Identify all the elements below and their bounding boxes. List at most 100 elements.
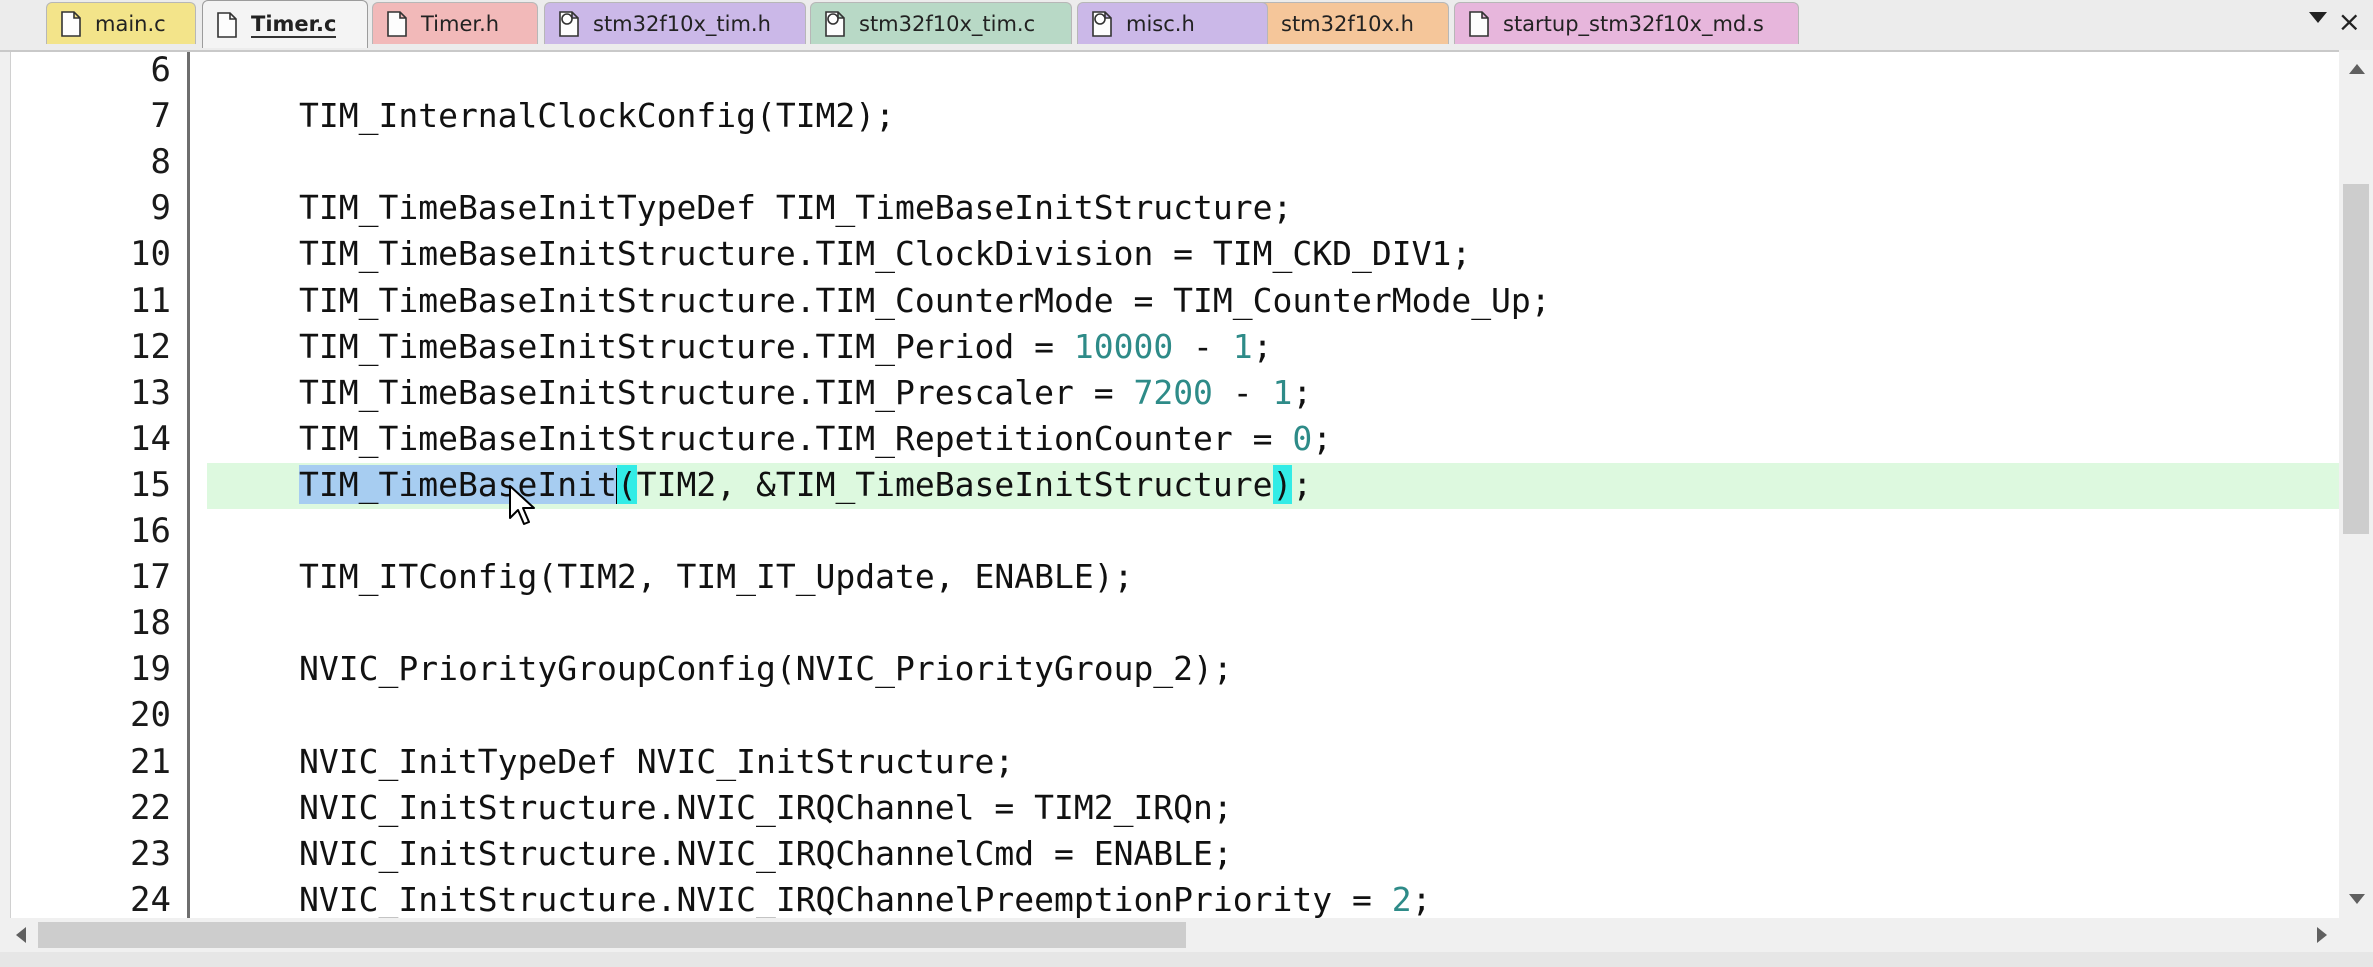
- number-literal: 2: [1391, 879, 1412, 918]
- code-token: NVIC_InitStructure.NVIC_IRQChannelCmd = …: [299, 833, 1233, 873]
- code-token: TIM_TimeBaseInitStructure.TIM_Repetition…: [299, 418, 1293, 458]
- code-editor[interactable]: 6 7 TIM_InternalClockConfig(TIM2); 8 9 TIM_Ti…: [10, 52, 2339, 918]
- tab-label: stm32f10x_tim.h: [593, 11, 771, 36]
- code-token: TIM_TimeBaseInitTypeDef TIM_TimeBaseInit…: [299, 188, 1293, 228]
- library-header-icon: [1092, 10, 1112, 37]
- tab-label: Timer.h: [421, 11, 500, 36]
- selected-text: TIM_TimeBaseInit: [299, 464, 617, 504]
- line-number: 11: [130, 280, 171, 321]
- code-token: ;: [1312, 418, 1333, 458]
- code-token: -: [1212, 372, 1273, 412]
- c-file-icon: [217, 11, 237, 38]
- line-number: 13: [130, 372, 171, 413]
- tab-main-c[interactable]: main.c: [46, 2, 196, 44]
- tab-stm32f10x-tim-c[interactable]: stm32f10x_tim.c: [810, 2, 1072, 44]
- scroll-right-arrow-icon[interactable]: [2317, 927, 2327, 943]
- scroll-down-arrow-icon[interactable]: [2349, 894, 2365, 904]
- code-token: NVIC_InitTypeDef NVIC_InitStructure;: [299, 741, 1015, 781]
- asm-file-icon: [1469, 10, 1489, 37]
- number-literal: 7200: [1133, 372, 1213, 412]
- line-number: 21: [130, 741, 171, 782]
- code-line[interactable]: NVIC_InitStructure.NVIC_IRQChannelPreemp…: [299, 877, 1431, 918]
- close-icon[interactable]: ×: [2338, 6, 2361, 38]
- code-line[interactable]: TIM_TimeBaseInitStructure.TIM_Prescaler …: [299, 370, 1312, 416]
- code-line[interactable]: TIM_TimeBaseInitStructure.TIM_ClockDivis…: [299, 231, 1471, 277]
- line-number: 18: [130, 603, 171, 644]
- code-line[interactable]: TIM_InternalClockConfig(TIM2);: [299, 93, 895, 139]
- line-number: 8: [150, 142, 171, 183]
- c-file-icon: [61, 10, 81, 37]
- code-token: NVIC_InitStructure.NVIC_IRQChannelPreemp…: [299, 879, 1392, 918]
- matched-bracket: (: [616, 464, 637, 504]
- code-token: ;: [1252, 326, 1273, 366]
- line-number: 19: [130, 649, 171, 690]
- code-token: TIM_TimeBaseInitStructure.TIM_Period =: [299, 326, 1074, 366]
- tab-stm32f10x-tim-h[interactable]: stm32f10x_tim.h: [544, 2, 806, 44]
- line-number: 24: [130, 879, 171, 918]
- line-number: 10: [130, 234, 171, 275]
- line-number: 22: [130, 787, 171, 828]
- code-line[interactable]: TIM_TimeBaseInit(TIM2, &TIM_TimeBaseInit…: [299, 462, 1312, 508]
- line-number: 17: [130, 557, 171, 598]
- line-number: 14: [130, 418, 171, 459]
- tab-timer-c[interactable]: Timer.c: [202, 0, 368, 48]
- scroll-left-arrow-icon[interactable]: [16, 927, 26, 943]
- code-line[interactable]: NVIC_InitTypeDef NVIC_InitStructure;: [299, 739, 1014, 785]
- tab-label: main.c: [95, 11, 166, 36]
- number-literal: 1: [1232, 326, 1253, 366]
- library-header-icon: [559, 10, 579, 37]
- code-token: TIM_TimeBaseInitStructure.TIM_Prescaler …: [299, 372, 1134, 412]
- library-source-icon: [825, 10, 845, 37]
- scroll-up-arrow-icon[interactable]: [2349, 64, 2365, 74]
- number-literal: 0: [1292, 418, 1313, 458]
- tab-label: stm32f10x_tim.c: [859, 11, 1036, 36]
- tab-timer-h[interactable]: Timer.h: [372, 2, 538, 44]
- code-line[interactable]: TIM_TimeBaseInitStructure.TIM_Period = 1…: [299, 324, 1273, 370]
- number-literal: 10000: [1073, 326, 1174, 366]
- code-token: NVIC_InitStructure.NVIC_IRQChannel = TIM…: [299, 787, 1233, 827]
- tab-label: Timer.c: [251, 11, 337, 38]
- line-number: 7: [150, 96, 171, 137]
- vertical-scrollbar[interactable]: [2339, 50, 2373, 918]
- matched-bracket: ): [1272, 464, 1293, 504]
- horizontal-scroll-thumb[interactable]: [38, 922, 1186, 948]
- code-token: TIM2, &TIM_TimeBaseInitStructure: [636, 464, 1273, 504]
- horizontal-scrollbar[interactable]: [0, 918, 2339, 952]
- code-line[interactable]: NVIC_PriorityGroupConfig(NVIC_PriorityGr…: [299, 646, 1233, 692]
- number-literal: 1: [1272, 372, 1293, 412]
- tab-misc-h[interactable]: misc.h: [1077, 2, 1268, 44]
- code-token: TIM_InternalClockConfig(TIM2);: [299, 96, 896, 136]
- code-token: -: [1173, 326, 1233, 366]
- tab-label: startup_stm32f10x_md.s: [1503, 11, 1764, 36]
- code-token: TIM_TimeBaseInitStructure.TIM_ClockDivis…: [299, 234, 1472, 274]
- code-line[interactable]: TIM_TimeBaseInitStructure.TIM_CounterMod…: [299, 278, 1551, 324]
- line-number: 16: [130, 511, 171, 551]
- code-token: ;: [1292, 464, 1313, 504]
- tab-label: stm32f10x.h: [1281, 11, 1414, 36]
- line-number: 9: [150, 188, 171, 229]
- status-strip: [0, 952, 2373, 967]
- tab-label: misc.h: [1126, 11, 1195, 36]
- h-file-icon: [387, 10, 407, 37]
- code-token: NVIC_PriorityGroupConfig(NVIC_PriorityGr…: [299, 649, 1233, 689]
- mouse-pointer-icon: [509, 485, 535, 525]
- code-token: TIM_TimeBaseInitStructure.TIM_CounterMod…: [299, 280, 1551, 320]
- chevron-down-icon[interactable]: [2309, 12, 2327, 23]
- line-number: 23: [130, 833, 171, 874]
- code-line[interactable]: NVIC_InitStructure.NVIC_IRQChannelCmd = …: [299, 831, 1233, 877]
- tab-startup-stm32f10x-md-s[interactable]: startup_stm32f10x_md.s: [1454, 2, 1799, 44]
- line-number: 15: [130, 464, 171, 505]
- code-line[interactable]: TIM_TimeBaseInitStructure.TIM_Repetition…: [299, 416, 1332, 462]
- line-number: 6: [150, 52, 171, 90]
- code-token: TIM_ITConfig(TIM2, TIM_IT_Update, ENABLE…: [299, 557, 1134, 597]
- scrollbar-corner: [2339, 918, 2373, 952]
- editor-tab-bar: main.c Timer.c Timer.h stm32f10x_tim.h s…: [0, 0, 2373, 52]
- code-line[interactable]: TIM_TimeBaseInitTypeDef TIM_TimeBaseInit…: [299, 185, 1292, 231]
- line-number: 20: [130, 695, 171, 736]
- code-line[interactable]: TIM_ITConfig(TIM2, TIM_IT_Update, ENABLE…: [299, 554, 1133, 600]
- code-line[interactable]: NVIC_InitStructure.NVIC_IRQChannel = TIM…: [299, 785, 1233, 831]
- code-token: ;: [1292, 372, 1313, 412]
- vertical-scroll-thumb[interactable]: [2343, 184, 2369, 534]
- line-number: 12: [130, 326, 171, 367]
- code-token: ;: [1411, 879, 1432, 918]
